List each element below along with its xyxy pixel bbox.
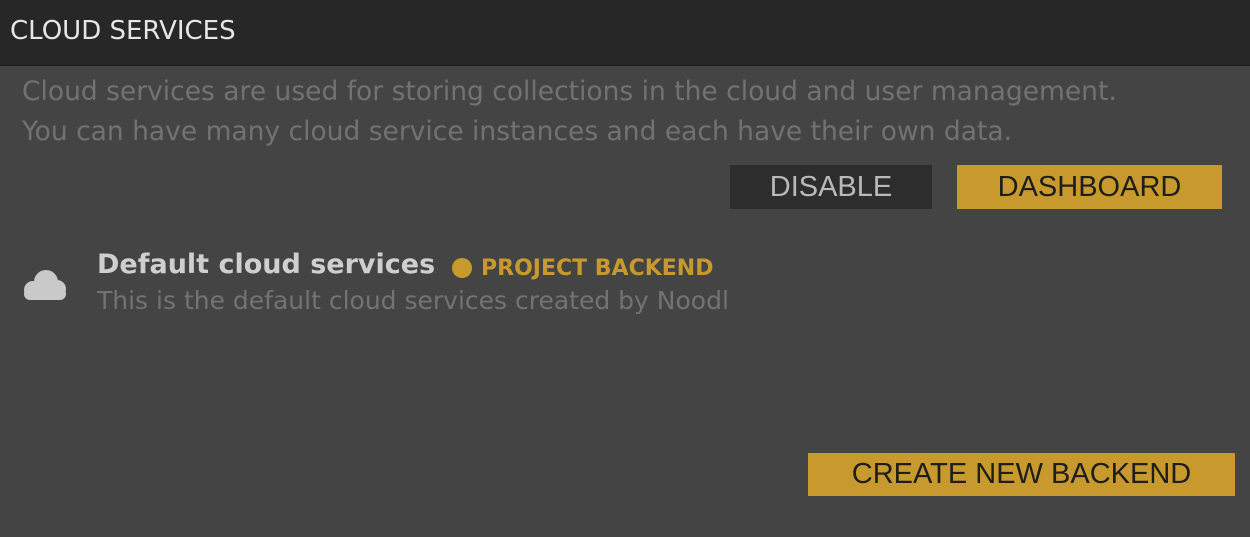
panel-title: CLOUD SERVICES <box>10 16 236 46</box>
dashboard-button[interactable]: DASHBOARD <box>957 165 1222 209</box>
disable-button[interactable]: DISABLE <box>730 165 932 209</box>
cloud-icon <box>22 268 68 304</box>
panel-header: CLOUD SERVICES <box>0 0 1250 66</box>
create-new-backend-button[interactable]: CREATE NEW BACKEND <box>808 453 1235 496</box>
badge-label: PROJECT BACKEND <box>481 256 714 281</box>
service-list-item[interactable]: Default cloud services PROJECT BACKEND T… <box>16 244 776 334</box>
service-name: Default cloud services <box>97 249 436 280</box>
cloud-services-panel: CLOUD SERVICES Cloud services are used f… <box>0 0 1250 537</box>
description-line-1: Cloud services are used for storing coll… <box>22 76 1117 107</box>
description-line-2: You can have many cloud service instance… <box>22 116 1012 147</box>
status-dot-icon <box>452 258 472 278</box>
service-description: This is the default cloud services creat… <box>97 286 729 315</box>
